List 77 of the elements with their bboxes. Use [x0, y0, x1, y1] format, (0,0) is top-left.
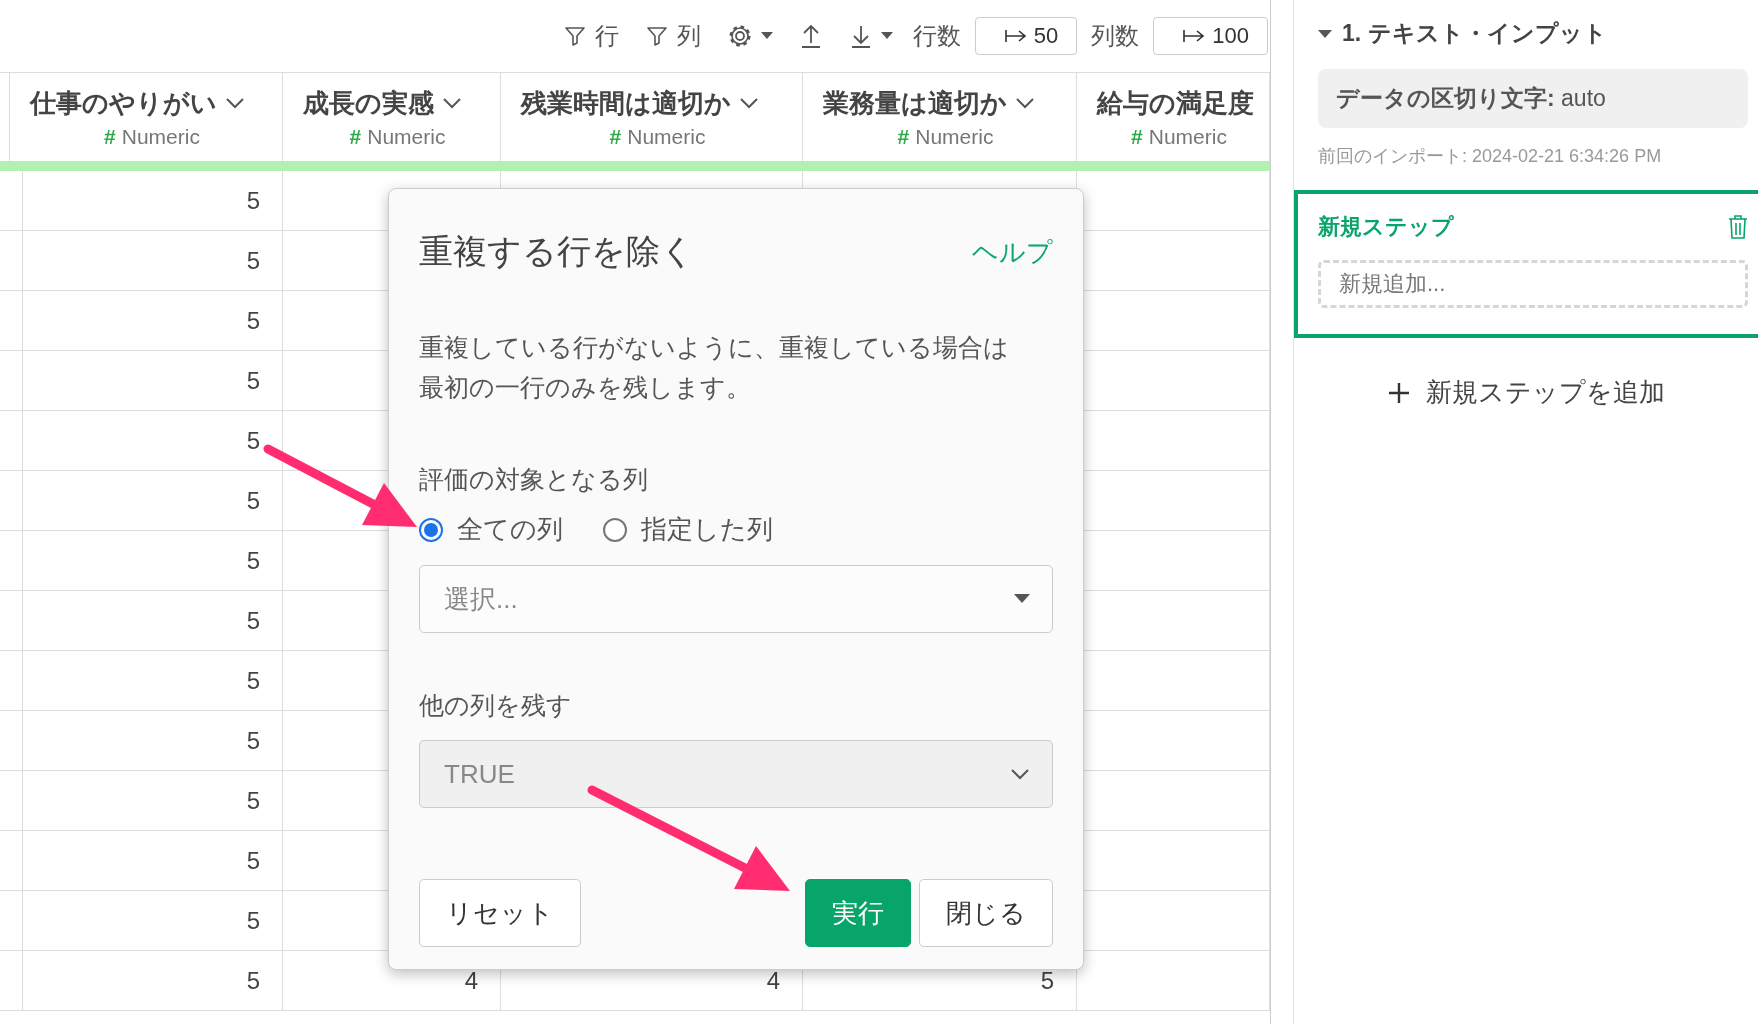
- target-label: 評価の対象となる列: [419, 464, 649, 495]
- radio-option[interactable]: 全ての列: [419, 512, 563, 547]
- table-cell: 5: [10, 231, 283, 291]
- table-cell: 5: [10, 831, 283, 891]
- keep-label: 他の列を残す: [419, 690, 573, 721]
- dialog-button[interactable]: 閉じる: [919, 879, 1053, 947]
- row-count-label: 行数: [912, 21, 961, 51]
- column-type: Numeric: [121, 124, 200, 149]
- column-name: 残業時間は適切か: [521, 86, 731, 120]
- column-filter-button[interactable]: 列: [638, 16, 707, 56]
- caret-icon: [1014, 594, 1030, 604]
- row-header-cell: [0, 291, 23, 351]
- column-name: 仕事のやりがい: [30, 86, 217, 120]
- row-filter-button[interactable]: 行: [556, 16, 625, 56]
- caret-icon: [760, 32, 773, 40]
- plus-icon: [1387, 381, 1410, 404]
- caret-icon: [880, 32, 893, 40]
- row-header-cell: [0, 231, 23, 291]
- row-header-cell: [0, 351, 23, 411]
- dialog-description: 重複している行がないように、重複している場合は最初の一行のみを残します。: [419, 332, 1010, 403]
- chevron-down-icon: [225, 97, 245, 109]
- table-cell: 5: [10, 651, 283, 711]
- type-mark: #: [104, 124, 116, 149]
- column-type: Numeric: [915, 124, 994, 149]
- table-cell: 5: [10, 291, 283, 351]
- table-cell: 5: [10, 711, 283, 771]
- row-count-field[interactable]: 50: [974, 17, 1078, 55]
- add-step-button[interactable]: 新規ステップを追加: [1381, 374, 1671, 411]
- column-name: 成長の実感: [303, 86, 434, 120]
- row-header-cell: [0, 471, 23, 531]
- new-step-title: 新規ステップ: [1318, 213, 1454, 241]
- row-header-cell: [0, 951, 23, 1011]
- dialog-button[interactable]: リセット: [419, 879, 581, 947]
- table-cell: 5: [10, 951, 283, 1011]
- dialog-title: 重複する行を除く: [419, 231, 695, 272]
- column-type: Numeric: [1148, 124, 1227, 149]
- row-header-cell: [0, 711, 23, 771]
- row-header-cell: [0, 771, 23, 831]
- type-mark: #: [609, 124, 622, 149]
- type-mark: #: [349, 124, 362, 149]
- column-type: Numeric: [367, 124, 446, 149]
- table-cell: 5: [10, 771, 283, 831]
- column-name: 業務量は適切か: [823, 86, 1007, 120]
- chevron-down-icon: [1015, 97, 1035, 109]
- row-header-cell: [0, 591, 23, 651]
- table-cell: 5: [10, 591, 283, 651]
- last-import: 前回のインポート: 2024-02-21 6:34:26 PM: [1318, 145, 1663, 168]
- column-count-field[interactable]: 100: [1153, 17, 1268, 55]
- column-type: Numeric: [627, 124, 706, 149]
- row-header-cell: [0, 171, 23, 231]
- step-title[interactable]: 1. テキスト・インプット: [1342, 18, 1607, 49]
- table-cell: 5: [10, 531, 283, 591]
- row-header-cell: [0, 411, 23, 471]
- table-cell: 5: [10, 411, 283, 471]
- step-setting: データの区切り文字: auto: [1318, 69, 1748, 128]
- table-cell: 5: [10, 891, 283, 951]
- radio-option[interactable]: 指定した列: [603, 512, 773, 547]
- type-mark: #: [897, 124, 910, 149]
- new-step-input[interactable]: 新規追加...: [1318, 260, 1748, 308]
- arrow-right-icon: [1003, 28, 1028, 44]
- table-cell: 5: [10, 171, 283, 231]
- chevron-down-icon: [1010, 768, 1030, 780]
- row-header-cell: [0, 891, 23, 951]
- filter-icon: [644, 24, 669, 48]
- column-count-label: 列数: [1091, 21, 1140, 51]
- row-header-cell: [0, 831, 23, 891]
- trash-icon[interactable]: [1728, 215, 1748, 239]
- type-mark: #: [1131, 124, 1143, 149]
- chevron-down-icon: [739, 97, 759, 109]
- filter-icon: [562, 24, 587, 48]
- table-cell: 5: [10, 471, 283, 531]
- arrow-right-icon: [1182, 28, 1207, 44]
- chevron-down-icon: [442, 97, 462, 109]
- table-cell: 5: [10, 351, 283, 411]
- row-header-cell: [0, 531, 23, 591]
- row-header-cell: [0, 651, 23, 711]
- column-name: 給与の満足度: [1097, 86, 1254, 120]
